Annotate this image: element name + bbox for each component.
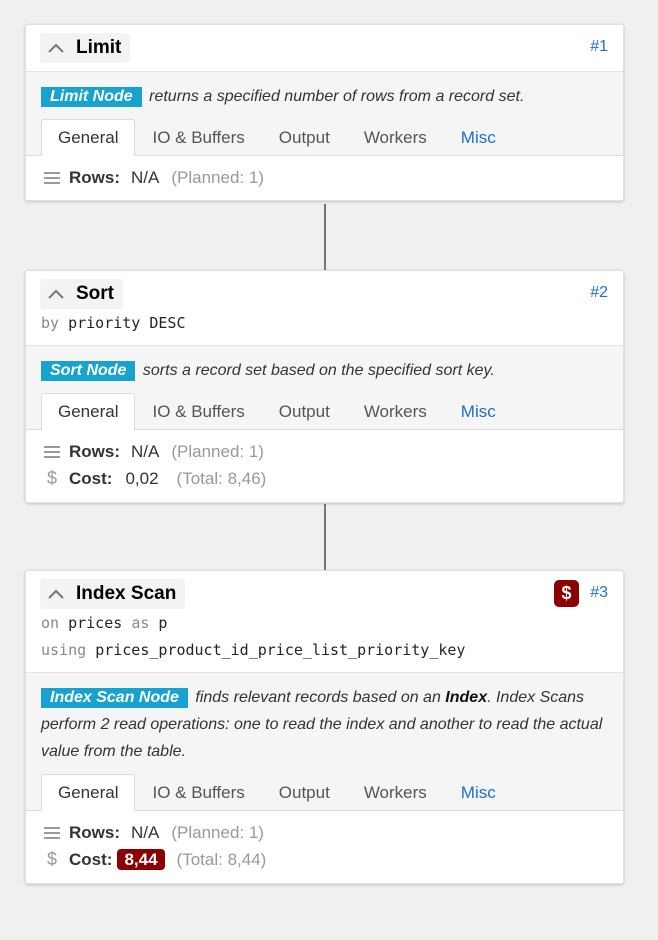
- rows-value: N/A: [131, 822, 160, 842]
- tab-general[interactable]: General: [41, 774, 136, 811]
- rows-stat: Rows: N/A (Planned: 1): [43, 438, 608, 465]
- node-header: Index Scan $ #3 on prices as p using pri…: [26, 571, 623, 672]
- plan-node-limit: Limit #1 Limit Node returns a specified …: [25, 24, 624, 201]
- tab-workers[interactable]: Workers: [347, 774, 444, 810]
- node-description: Index Scan Node finds relevant records b…: [41, 688, 603, 760]
- tab-io-buffers[interactable]: IO & Buffers: [135, 774, 261, 810]
- tab-output[interactable]: Output: [262, 119, 347, 155]
- relation-name: prices: [68, 614, 123, 632]
- node-body: Index Scan Node finds relevant records b…: [26, 672, 623, 811]
- high-cost-icon: $: [554, 580, 579, 607]
- as-keyword: as: [131, 614, 150, 632]
- node-type-badge: Sort Node: [41, 361, 136, 381]
- dollar-icon: $: [46, 849, 57, 869]
- using-keyword: using: [41, 641, 87, 659]
- node-tabs: General IO & Buffers Output Workers Misc: [26, 774, 623, 811]
- tab-io-buffers[interactable]: IO & Buffers: [135, 119, 261, 155]
- plan-node-index-scan: Index Scan $ #3 on prices as p using pri…: [25, 570, 624, 884]
- cost-label: Cost:: [69, 468, 113, 488]
- node-title: Sort: [76, 283, 114, 304]
- plan-node-sort: Sort #2 by priority DESC Sort Node sorts…: [25, 270, 624, 503]
- node-tabs: General IO & Buffers Output Workers Misc: [26, 119, 623, 156]
- on-keyword: on: [41, 614, 60, 632]
- by-keyword: by: [41, 314, 60, 332]
- rows-stat: Rows: N/A (Planned: 1): [43, 164, 608, 191]
- tab-workers[interactable]: Workers: [347, 393, 444, 429]
- rows-value: N/A: [131, 441, 160, 461]
- tab-misc[interactable]: Misc: [444, 119, 513, 155]
- rows-planned: (Planned: 1): [171, 441, 264, 461]
- rows-planned: (Planned: 1): [171, 167, 264, 187]
- node-stats: Rows: N/A (Planned: 1): [26, 156, 623, 200]
- rows-label: Rows:: [69, 441, 120, 461]
- cost-stat: $ Cost: 0,02 (Total: 8,46): [43, 465, 608, 492]
- tab-output[interactable]: Output: [262, 774, 347, 810]
- index-line: using prices_product_id_price_list_prior…: [40, 637, 609, 664]
- rows-planned: (Planned: 1): [171, 822, 264, 842]
- node-body: Sort Node sorts a record set based on th…: [26, 345, 623, 430]
- collapse-toggle[interactable]: Sort: [40, 279, 123, 309]
- relation-alias: p: [158, 614, 168, 632]
- collapse-toggle[interactable]: Limit: [40, 33, 131, 63]
- list-icon: [43, 171, 61, 185]
- list-icon: [43, 826, 61, 840]
- tab-misc[interactable]: Misc: [444, 774, 513, 810]
- tab-misc[interactable]: Misc: [444, 393, 513, 429]
- chevron-up-icon: [48, 589, 64, 599]
- rows-label: Rows:: [69, 822, 120, 842]
- tab-io-buffers[interactable]: IO & Buffers: [135, 393, 261, 429]
- node-stats: Rows: N/A (Planned: 1) $ Cost: 8,44 (Tot…: [26, 811, 623, 883]
- plan-connector: [324, 204, 326, 270]
- tab-general[interactable]: General: [41, 119, 136, 156]
- tab-general[interactable]: General: [41, 393, 136, 430]
- rows-value: N/A: [131, 167, 160, 187]
- rows-label: Rows:: [69, 167, 120, 187]
- tab-output[interactable]: Output: [262, 393, 347, 429]
- node-stats: Rows: N/A (Planned: 1) $ Cost: 0,02 (Tot…: [26, 430, 623, 502]
- sort-key-line: by priority DESC: [40, 310, 609, 337]
- cost-stat: $ Cost: 8,44 (Total: 8,44): [43, 846, 608, 873]
- cost-total: (Total: 8,46): [176, 468, 267, 488]
- node-header: Limit #1: [26, 25, 623, 71]
- node-description: Sort Node sorts a record set based on th…: [26, 357, 623, 384]
- chevron-up-icon: [48, 289, 64, 299]
- chevron-up-icon: [48, 43, 64, 53]
- node-tabs: General IO & Buffers Output Workers Misc: [26, 393, 623, 430]
- node-id-link[interactable]: #2: [590, 284, 608, 302]
- index-name: prices_product_id_price_list_priority_ke…: [95, 641, 466, 659]
- dollar-icon: $: [46, 468, 57, 488]
- node-type-badge: Index Scan Node: [41, 688, 188, 708]
- node-type-badge: Limit Node: [41, 87, 142, 107]
- sort-key: priority DESC: [68, 314, 186, 332]
- node-description: Limit Node returns a specified number of…: [26, 83, 623, 110]
- cost-value: 0,02: [125, 468, 159, 488]
- node-title: Index Scan: [76, 583, 177, 604]
- list-icon: [43, 445, 61, 459]
- node-header: Sort #2 by priority DESC: [26, 271, 623, 345]
- collapse-toggle[interactable]: Index Scan: [40, 579, 186, 609]
- plan-connector: [324, 504, 326, 570]
- cost-value-badge: 8,44: [117, 849, 165, 870]
- node-title: Limit: [76, 37, 122, 58]
- cost-label: Cost:: [69, 849, 113, 869]
- cost-total: (Total: 8,44): [176, 849, 267, 869]
- rows-stat: Rows: N/A (Planned: 1): [43, 819, 608, 846]
- node-body: Limit Node returns a specified number of…: [26, 71, 623, 156]
- tab-workers[interactable]: Workers: [347, 119, 444, 155]
- node-id-link[interactable]: #1: [590, 38, 608, 56]
- node-id-link[interactable]: #3: [590, 584, 608, 602]
- relation-line: on prices as p: [40, 610, 609, 637]
